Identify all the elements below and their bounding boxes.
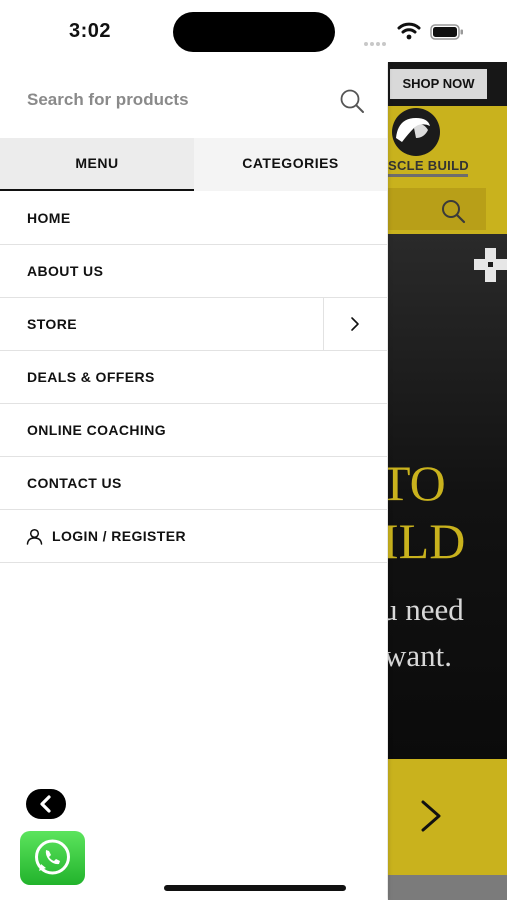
site-topbar: SHOP NOW	[388, 62, 507, 106]
plus-icon	[474, 248, 507, 282]
menu-item-label: ONLINE COACHING	[27, 422, 166, 438]
submenu-toggle[interactable]	[323, 298, 387, 350]
menu-item-label: LOGIN / REGISTER	[52, 528, 186, 544]
hero-subtext-line-2: want.	[388, 638, 453, 673]
tab-menu[interactable]: MENU	[0, 138, 194, 191]
background-website: SHOP NOW SCLE BUILD TO ILD u need want.	[388, 62, 507, 900]
search-input[interactable]	[24, 82, 330, 118]
signal-icon	[364, 33, 390, 46]
menu-item-label: CONTACT US	[27, 475, 122, 491]
chevron-left-icon	[40, 795, 51, 813]
status-bar: 3:02	[0, 0, 507, 62]
menu-item-label: ABOUT US	[27, 263, 104, 279]
hero-subtext-line-1: u need	[388, 592, 464, 627]
back-button[interactable]	[26, 789, 66, 819]
menu-item-label: HOME	[27, 210, 71, 226]
menu-item-deals-offers[interactable]: DEALS & OFFERS	[0, 351, 387, 404]
tab-categories[interactable]: CATEGORIES	[194, 138, 387, 191]
drawer-search	[0, 62, 387, 136]
menu-item-online-coaching[interactable]: ONLINE COACHING	[0, 404, 387, 457]
chevron-right-icon	[348, 316, 362, 332]
navigation-drawer: MENU CATEGORIES HOME ABOUT US STORE DEAL…	[0, 62, 387, 900]
menu-list: HOME ABOUT US STORE DEALS & OFFERS ONLIN…	[0, 192, 387, 563]
menu-item-contact-us[interactable]: CONTACT US	[0, 457, 387, 510]
shop-now-button[interactable]: SHOP NOW	[390, 69, 487, 99]
menu-item-about-us[interactable]: ABOUT US	[0, 245, 387, 298]
site-search-box[interactable]	[388, 188, 486, 230]
site-promo-section	[388, 759, 507, 875]
logo-tagline-bar	[388, 174, 468, 177]
hero-heading-line-2: ILD	[388, 513, 466, 569]
menu-item-label: DEALS & OFFERS	[27, 369, 155, 385]
user-icon	[26, 528, 43, 545]
battery-icon	[430, 24, 464, 40]
hero-heading-line-1: TO	[388, 455, 446, 511]
drawer-tabs: MENU CATEGORIES	[0, 138, 387, 191]
wifi-icon	[397, 22, 421, 40]
site-search-icon[interactable]	[440, 198, 466, 224]
logo-icon	[388, 108, 444, 158]
menu-item-home[interactable]: HOME	[0, 192, 387, 245]
chevron-right-icon[interactable]	[418, 799, 444, 833]
menu-item-store[interactable]: STORE	[0, 298, 387, 351]
search-icon[interactable]	[339, 88, 365, 114]
dynamic-island	[173, 12, 335, 52]
menu-item-label: STORE	[27, 316, 77, 332]
menu-item-login-register[interactable]: LOGIN / REGISTER	[0, 510, 387, 563]
home-indicator	[164, 885, 346, 891]
status-time: 3:02	[69, 20, 112, 42]
site-footer-strip	[388, 875, 507, 900]
whatsapp-button[interactable]	[20, 831, 85, 885]
site-logo-text: SCLE BUILD	[388, 158, 469, 173]
whatsapp-icon	[35, 839, 70, 875]
